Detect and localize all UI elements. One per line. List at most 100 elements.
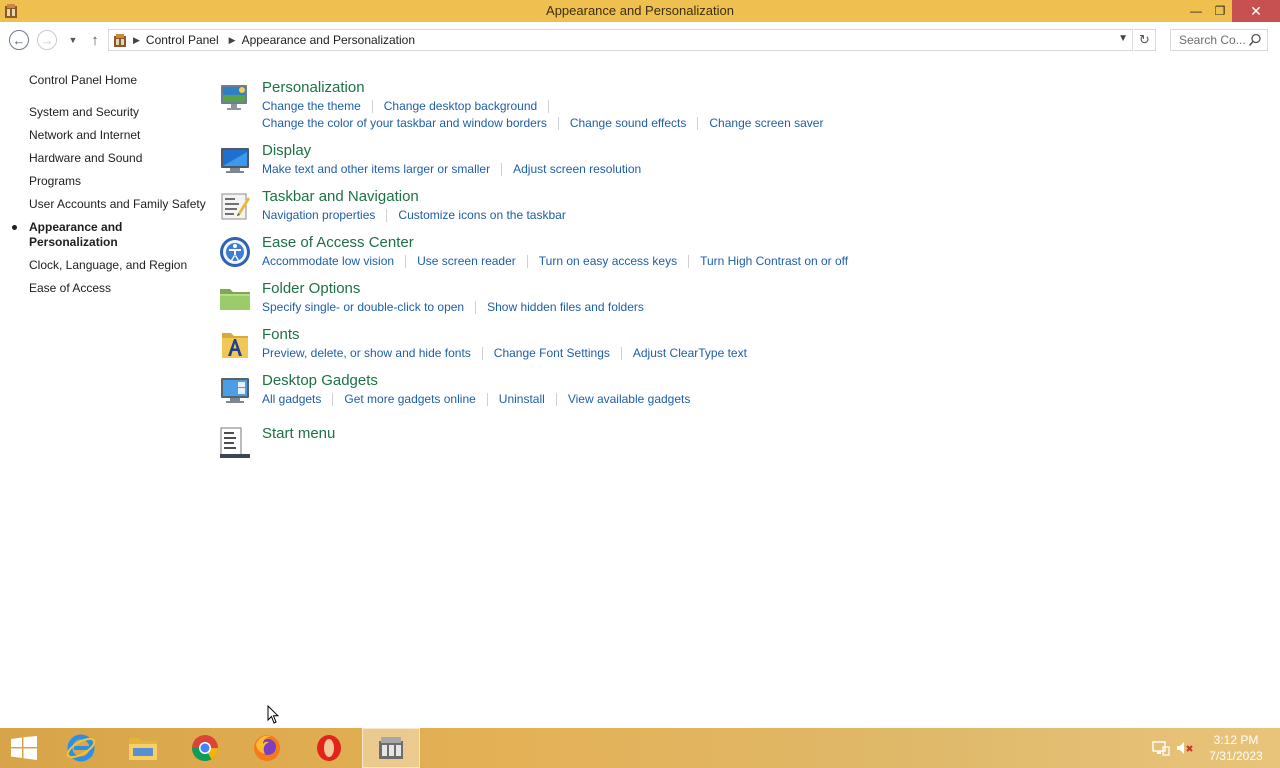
search-box[interactable] <box>1170 29 1268 51</box>
link-easy-access-keys[interactable]: Turn on easy access keys <box>539 253 677 270</box>
taskbar-control-panel[interactable] <box>362 728 420 768</box>
link-customize-taskbar-icons[interactable]: Customize icons on the taskbar <box>398 207 565 224</box>
link-divider <box>481 347 483 360</box>
link-change-sound-effects[interactable]: Change sound effects <box>570 115 687 132</box>
breadcrumb-separator-icon[interactable]: ▶ <box>133 35 140 46</box>
link-navigation-properties[interactable]: Navigation properties <box>262 207 375 224</box>
link-adjust-cleartype[interactable]: Adjust ClearType text <box>633 345 747 362</box>
link-change-desktop-background[interactable]: Change desktop background <box>384 98 537 115</box>
link-accommodate-low-vision[interactable]: Accommodate low vision <box>262 253 394 270</box>
link-change-theme[interactable]: Change the theme <box>262 98 361 115</box>
nav-hardware-sound[interactable]: Hardware and Sound <box>29 151 209 166</box>
recent-locations-button[interactable]: ▼ <box>63 30 83 50</box>
category-title[interactable]: Fonts <box>262 325 916 345</box>
file-explorer-icon <box>129 738 157 760</box>
network-icon[interactable] <box>1152 740 1170 756</box>
maximize-button[interactable]: ❐ <box>1206 0 1234 22</box>
search-input[interactable] <box>1179 33 1245 47</box>
link-preview-fonts[interactable]: Preview, delete, or show and hide fonts <box>262 345 471 362</box>
address-dropdown-icon[interactable]: ▼ <box>1118 33 1128 44</box>
link-change-screen-saver[interactable]: Change screen saver <box>709 115 823 132</box>
volume-muted-icon[interactable] <box>1176 740 1194 756</box>
category-personalization: Personalization Change the theme Change … <box>216 78 916 141</box>
link-divider <box>386 209 388 222</box>
category-title[interactable]: Ease of Access Center <box>262 233 916 253</box>
window-title: Appearance and Personalization <box>546 3 734 18</box>
category-title[interactable]: Folder Options <box>262 279 916 299</box>
link-change-taskbar-color[interactable]: Change the color of your taskbar and win… <box>262 115 547 132</box>
category-folder-options: Folder Options Specify single- or double… <box>216 279 916 325</box>
link-high-contrast[interactable]: Turn High Contrast on or off <box>700 253 848 270</box>
link-divider <box>620 347 622 360</box>
link-change-font-settings[interactable]: Change Font Settings <box>494 345 610 362</box>
nav-appearance-label: Appearance and Personalization <box>29 220 123 249</box>
link-view-available-gadgets[interactable]: View available gadgets <box>568 391 691 408</box>
category-title[interactable]: Taskbar and Navigation <box>262 187 916 207</box>
breadcrumb-separator-icon[interactable]: ▶ <box>229 35 236 46</box>
firefox-icon <box>254 735 280 761</box>
category-taskbar-navigation: Taskbar and Navigation Navigation proper… <box>216 187 916 233</box>
refresh-icon: ↻ <box>1139 32 1150 47</box>
category-list: Personalization Change the theme Change … <box>216 78 916 464</box>
nav-ease-of-access[interactable]: Ease of Access <box>29 281 209 296</box>
category-links: Preview, delete, or show and hide fonts … <box>262 345 916 362</box>
category-title[interactable]: Display <box>262 141 916 161</box>
forward-button[interactable]: → <box>37 30 57 50</box>
category-title[interactable]: Desktop Gadgets <box>262 371 916 391</box>
category-title[interactable]: Start menu <box>262 424 916 444</box>
taskbar-opera[interactable] <box>300 728 358 768</box>
breadcrumb-appearance[interactable]: Appearance and Personalization <box>242 33 415 47</box>
link-divider <box>501 163 503 176</box>
category-title[interactable]: Personalization <box>262 78 916 98</box>
category-links: Navigation properties Customize icons on… <box>262 207 916 224</box>
link-all-gadgets[interactable]: All gadgets <box>262 391 321 408</box>
link-use-screen-reader[interactable]: Use screen reader <box>417 253 516 270</box>
link-divider <box>371 100 373 113</box>
breadcrumb-control-panel[interactable]: Control Panel <box>146 33 219 47</box>
control-panel-home-link[interactable]: Control Panel Home <box>29 73 209 87</box>
taskbar-internet-explorer[interactable] <box>52 728 110 768</box>
nav-clock-language-region[interactable]: Clock, Language, and Region <box>29 258 209 273</box>
nav-network-internet[interactable]: Network and Internet <box>29 128 209 143</box>
windows-start-button[interactable] <box>10 736 38 760</box>
nav-programs[interactable]: Programs <box>29 174 209 189</box>
search-icon[interactable] <box>1248 33 1262 47</box>
taskbar-chrome[interactable] <box>176 728 234 768</box>
link-show-hidden-files[interactable]: Show hidden files and folders <box>487 299 644 316</box>
link-single-double-click[interactable]: Specify single- or double-click to open <box>262 299 464 316</box>
arrow-up-icon: ↑ <box>91 31 99 49</box>
link-get-gadgets-online[interactable]: Get more gadgets online <box>344 391 475 408</box>
link-divider <box>555 393 557 406</box>
ease-of-access-icon <box>220 237 250 267</box>
taskbar-clock[interactable]: 3:12 PM 7/31/2023 <box>1196 732 1276 764</box>
link-make-text-larger[interactable]: Make text and other items larger or smal… <box>262 161 490 178</box>
up-button[interactable]: ↑ <box>85 30 105 50</box>
address-bar[interactable]: ▶ Control Panel ▶ Appearance and Persona… <box>108 29 1133 51</box>
nav-system-security[interactable]: System and Security <box>29 105 209 120</box>
close-button[interactable]: ✕ <box>1232 0 1280 22</box>
link-divider <box>526 255 528 268</box>
folder-icon <box>220 289 250 310</box>
link-divider <box>557 117 559 130</box>
refresh-button[interactable]: ↻ <box>1134 29 1156 51</box>
taskbar-icon <box>221 193 250 220</box>
fonts-icon <box>222 333 248 358</box>
taskbar-file-explorer[interactable] <box>114 728 172 768</box>
link-adjust-resolution[interactable]: Adjust screen resolution <box>513 161 641 178</box>
back-button[interactable]: ← <box>9 30 29 50</box>
opera-icon <box>317 735 341 761</box>
start-menu-icon <box>220 427 250 458</box>
display-icon <box>221 148 249 173</box>
link-divider <box>486 393 488 406</box>
nav-appearance-personalization[interactable]: Appearance and Personalization <box>12 220 209 250</box>
category-links: Specify single- or double-click to open … <box>262 299 916 316</box>
mouse-cursor-icon <box>267 705 279 724</box>
taskbar-firefox[interactable] <box>238 728 296 768</box>
nav-user-accounts[interactable]: User Accounts and Family Safety <box>29 197 209 212</box>
link-divider <box>548 100 550 113</box>
category-fonts: Fonts Preview, delete, or show and hide … <box>216 325 916 371</box>
link-divider <box>688 255 690 268</box>
link-uninstall-gadgets[interactable]: Uninstall <box>499 391 545 408</box>
category-links: Accommodate low vision Use screen reader… <box>262 253 916 270</box>
internet-explorer-icon <box>66 734 96 762</box>
